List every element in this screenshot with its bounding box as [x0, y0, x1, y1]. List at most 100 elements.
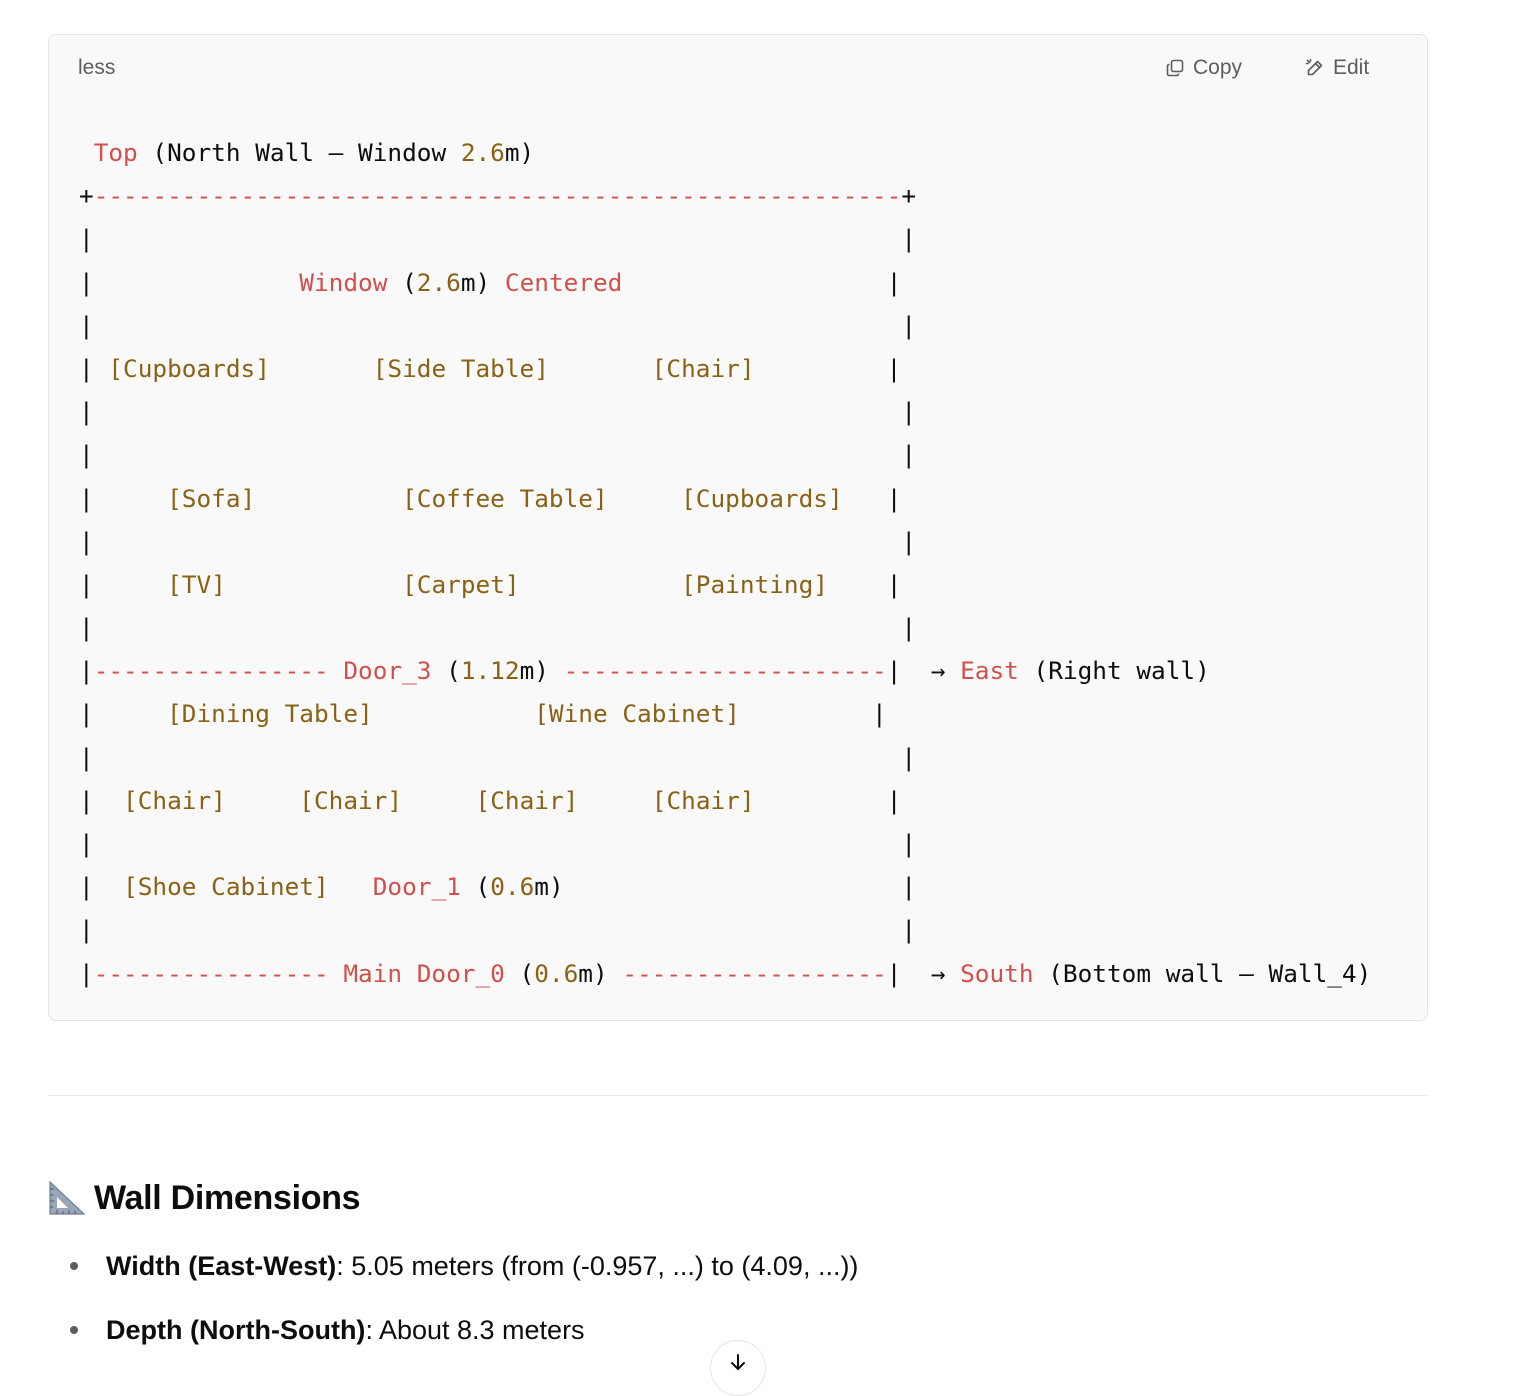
code-text: ( [431, 656, 461, 686]
triangular-ruler-icon [48, 1180, 86, 1216]
code-text: | | [79, 829, 917, 858]
code-bracket-item: [Cupboards] [681, 483, 843, 513]
list-item-label: Depth (North-South) [106, 1315, 366, 1345]
code-bracket-item: [Chair] [651, 785, 755, 815]
code-text: m) [519, 656, 564, 686]
code-text: m) [460, 267, 505, 297]
bullet-icon [70, 1326, 78, 1334]
code-keyword: East [960, 656, 1019, 686]
code-line: +---------------------------------------… [79, 174, 1371, 217]
code-bracket-item: [Chair] [651, 353, 755, 383]
code-text: | [739, 699, 887, 729]
code-line: | | [79, 217, 1371, 260]
code-dashes: ------------------ [622, 958, 887, 988]
code-text: m) | [534, 872, 917, 902]
code-keyword: Top [93, 138, 138, 167]
copy-button[interactable]: Copy [1165, 54, 1242, 82]
code-line: | [Dining Table] [Wine Cabinet] | [79, 692, 1371, 735]
code-number: 0.6 [534, 958, 579, 988]
code-content: Top (North Wall – Window 2.6m) +---------… [79, 131, 1371, 995]
code-block: less Copy Edit Top (North Wall – Window … [48, 34, 1428, 1021]
code-line: |---------------- Main Door_0 (0.6m) ---… [79, 952, 1371, 995]
code-number: 2.6 [416, 267, 461, 297]
edit-button[interactable]: Edit [1305, 54, 1369, 82]
code-block-header: less Copy Edit [49, 35, 1427, 101]
code-text: | [754, 785, 902, 815]
code-text: | [79, 353, 109, 383]
code-text: + [79, 181, 94, 211]
code-bracket-item: [Shoe Cabinet] [123, 872, 329, 902]
code-text: | | [79, 397, 917, 427]
code-text: + [901, 181, 917, 211]
code-text: (Bottom wall – Wall_4) [1033, 958, 1372, 988]
code-bracket-item: [Sofa] [167, 483, 256, 513]
code-text: | [827, 569, 902, 599]
code-line: | | [79, 908, 1371, 951]
code-number: 1.12 [460, 656, 520, 686]
code-text: | | [79, 915, 917, 945]
list-item: Width (East-West): 5.05 meters (from (-0… [64, 1236, 858, 1300]
code-line: |---------------- Door_3 (1.12m) -------… [79, 649, 1371, 692]
code-bracket-item: [Dining Table] [167, 699, 373, 729]
code-line: | | [79, 520, 1371, 563]
code-dashes: ---------------- [93, 656, 329, 686]
edit-icon [1305, 58, 1325, 78]
code-dashes: ---------------------- [563, 656, 887, 686]
code-text: | [79, 872, 124, 902]
code-text: | | [79, 224, 917, 254]
code-bracket-item: [Painting] [681, 569, 828, 599]
copy-icon [1165, 58, 1185, 78]
code-line: | [Chair] [Chair] [Chair] [Chair] | [79, 779, 1371, 822]
arrow-down-icon [728, 1353, 748, 1395]
code-keyword: Door_1 [372, 872, 461, 902]
code-text: | [622, 267, 902, 297]
code-text: | [79, 958, 94, 988]
code-keyword: Window [299, 267, 388, 297]
code-keyword: Door_3 [343, 656, 432, 686]
code-bracket-item: [Carpet] [402, 569, 520, 599]
code-text: | [79, 785, 124, 815]
code-text: | | [79, 310, 917, 340]
code-bracket-item: [Chair] [475, 785, 579, 815]
edit-label: Edit [1333, 56, 1370, 79]
code-line: | [TV] [Carpet] [Painting] | [79, 563, 1371, 606]
code-line: | [Sofa] [Coffee Table] [Cupboards] | [79, 477, 1371, 520]
code-line: | [Cupboards] [Side Table] [Chair] | [79, 347, 1371, 390]
code-dashes: ---------------- [93, 958, 329, 988]
code-keyword: Centered [504, 267, 623, 297]
code-text: (Right wall) [1018, 656, 1210, 686]
code-line: | | [79, 736, 1371, 779]
code-text: | [79, 656, 94, 686]
code-bracket-item: [Cupboards] [108, 353, 270, 383]
code-text: | [842, 483, 902, 513]
code-bracket-item: [TV] [167, 569, 226, 599]
list-item-text: : 5.05 meters (from (-0.957, ...) to (4.… [336, 1251, 859, 1281]
code-text: | [79, 267, 300, 297]
code-text: m) [504, 138, 535, 167]
code-line: | | [79, 390, 1371, 433]
code-line: Top (North Wall – Window 2.6m) [79, 131, 1371, 174]
code-bracket-item: [Side Table] [372, 353, 549, 383]
code-text: | | [79, 526, 917, 556]
code-line: | | [79, 304, 1371, 347]
section-title: Wall Dimensions [94, 1178, 361, 1217]
code-text: | [754, 353, 902, 383]
code-number: 0.6 [490, 872, 535, 902]
bullet-icon [70, 1262, 78, 1270]
section-divider [48, 1095, 1428, 1096]
scroll-down-button[interactable] [710, 1340, 766, 1396]
code-bracket-item: [Wine Cabinet] [534, 699, 740, 729]
code-text: | [79, 483, 168, 513]
code-language-label: less [78, 56, 116, 79]
code-text: | → [886, 958, 961, 988]
code-text: | | [79, 742, 917, 772]
